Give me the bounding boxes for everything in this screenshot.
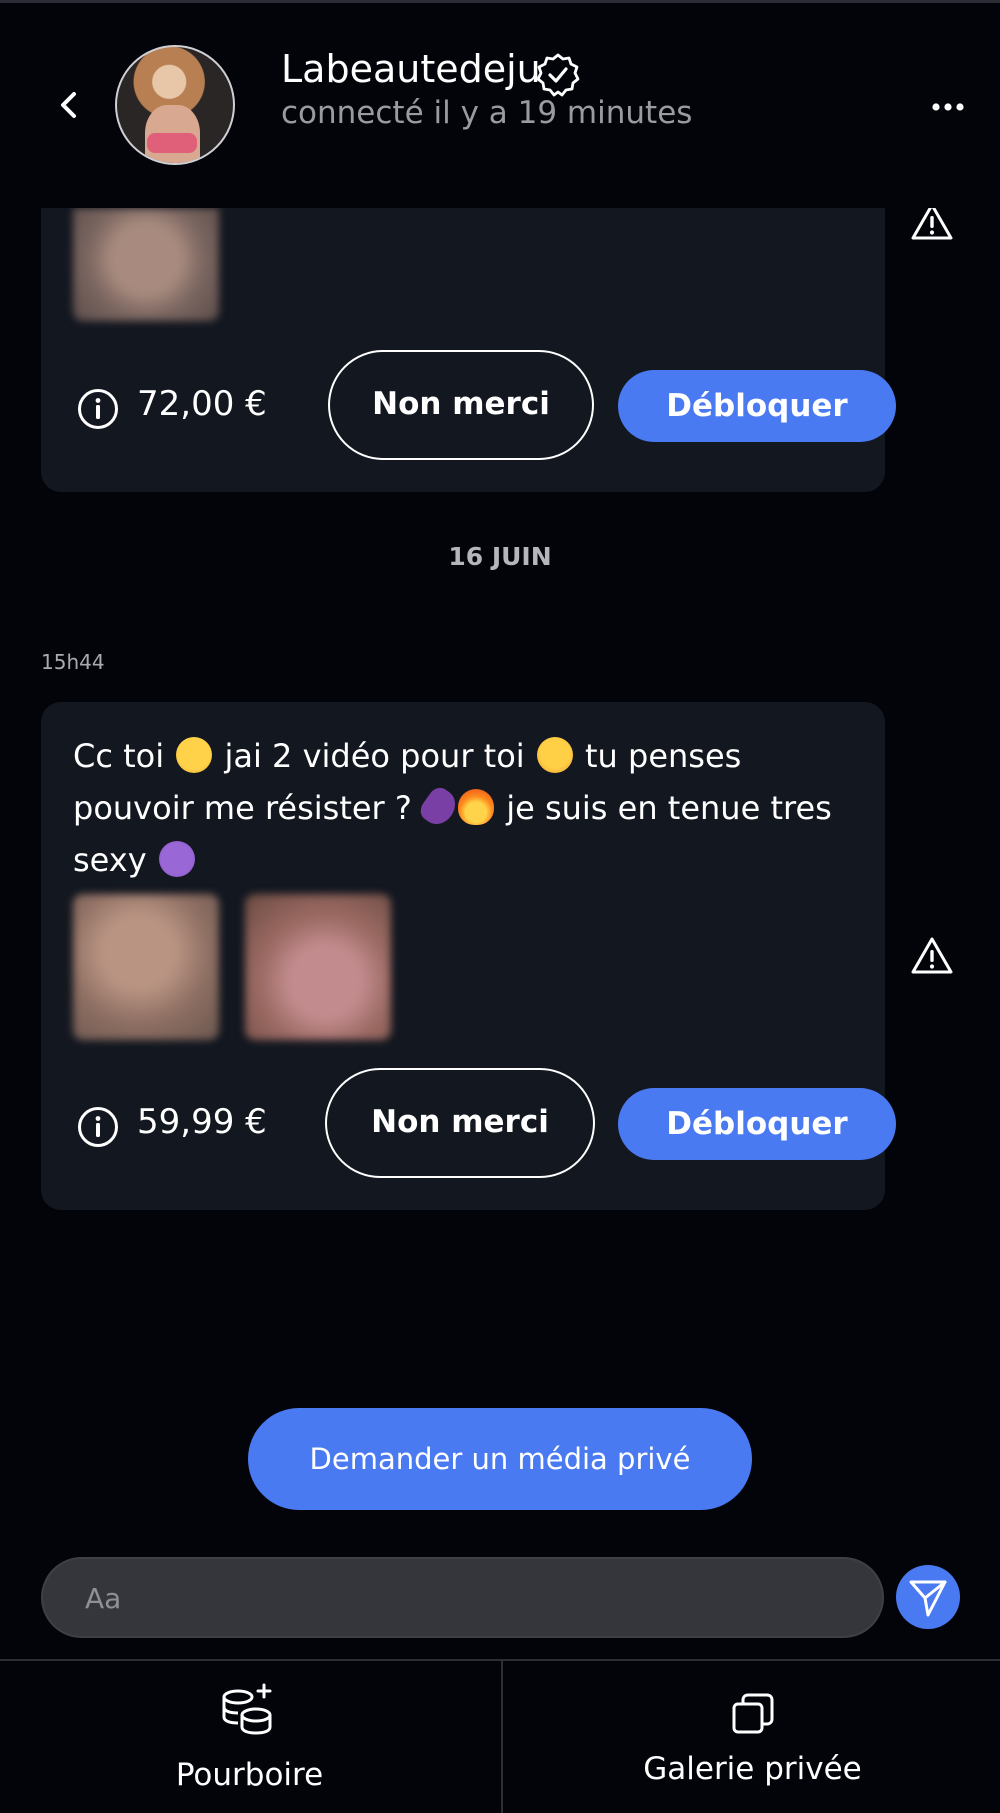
report-warning-icon[interactable] — [910, 936, 954, 976]
gallery-copy-icon — [732, 1693, 773, 1734]
message-composer — [41, 1557, 884, 1638]
decline-button[interactable]: Non merci — [325, 1068, 595, 1178]
info-icon[interactable] — [77, 388, 119, 430]
verified-badge-icon — [536, 53, 580, 97]
request-private-media-button[interactable]: Demander un média privé — [248, 1408, 752, 1510]
unlock-button[interactable]: Débloquer — [618, 370, 896, 442]
price-label: 72,00 € — [137, 384, 267, 424]
eggplant-emoji — [416, 783, 462, 831]
fire-emoji — [458, 789, 495, 825]
send-button[interactable] — [896, 1565, 960, 1629]
decline-button[interactable]: Non merci — [328, 350, 594, 460]
locked-media-thumbnail[interactable] — [245, 894, 391, 1040]
tab-tip-label: Pourboire — [175, 1757, 324, 1793]
avatar[interactable] — [115, 45, 235, 165]
hand-over-mouth-emoji — [536, 737, 573, 773]
price-label: 59,99 € — [137, 1102, 267, 1142]
contact-name[interactable]: Labeautedeju — [281, 47, 541, 91]
tab-private-gallery-label: Galerie privée — [643, 1751, 862, 1787]
date-separator: 16 JUIN — [448, 542, 552, 571]
tab-private-gallery[interactable]: Galerie privée — [501, 1661, 1000, 1813]
send-icon — [909, 1580, 947, 1617]
message-text: Cc toi jai 2 vidéo pour toi tu penses po… — [73, 737, 832, 879]
price-row: 59,99 € Non merci Débloquer — [77, 1068, 896, 1182]
chevron-left-icon[interactable] — [52, 87, 88, 123]
info-icon[interactable] — [77, 1106, 119, 1148]
price-row: 72,00 € Non merci Débloquer — [77, 350, 896, 464]
presence-status: connecté il y a 19 minutes — [281, 95, 693, 131]
report-warning-icon[interactable] — [910, 202, 954, 242]
more-horizontal-icon[interactable] — [930, 93, 966, 121]
unlock-button[interactable]: Débloquer — [618, 1088, 896, 1160]
locked-media-thumbnail[interactable] — [73, 208, 219, 321]
locked-media-thumbnail[interactable] — [73, 894, 219, 1040]
tab-tip[interactable]: Pourboire — [0, 1661, 499, 1813]
chat-header: Labeautedeju connecté il y a 19 minutes — [0, 3, 1000, 208]
message-timestamp: 15h44 — [41, 650, 105, 674]
bottom-tab-bar: Pourboire Galerie privée — [0, 1659, 1000, 1813]
coins-plus-icon — [222, 1683, 271, 1735]
smiling-devil-emoji — [158, 841, 195, 877]
message-card-paid-1: 72,00 € Non merci Débloquer — [41, 208, 896, 492]
smiling-face-emoji — [176, 737, 213, 773]
message-input[interactable] — [83, 1559, 847, 1638]
message-card-paid-2: Cc toi jai 2 vidéo pour toi tu penses po… — [41, 702, 896, 1210]
